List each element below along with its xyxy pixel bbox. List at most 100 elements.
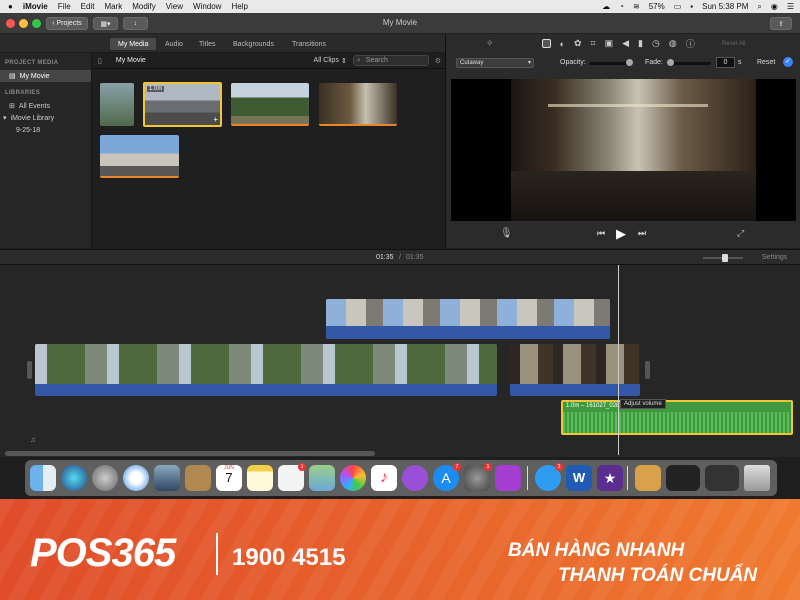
downloads-stack-icon[interactable]: [666, 465, 700, 491]
tab-transitions[interactable]: Transitions: [284, 38, 334, 50]
search-icon[interactable]: ⌕: [757, 2, 761, 12]
reset-button[interactable]: Reset: [757, 59, 775, 66]
music-icon[interactable]: ♪: [371, 465, 397, 491]
imovie-icon[interactable]: ★: [597, 465, 623, 491]
podcasts-icon[interactable]: [402, 465, 428, 491]
video-clip[interactable]: [510, 344, 640, 396]
word-icon[interactable]: W: [566, 465, 592, 491]
promo-banner: POS365 1900 4515 BÁN HÀNG NHANH THANH TO…: [0, 499, 800, 600]
clip-filter[interactable]: All Clips: [314, 57, 339, 64]
overlay-mode-select[interactable]: Cutaway ▾: [456, 58, 534, 68]
clip-trim-handle[interactable]: [645, 361, 650, 379]
horizontal-scrollbar[interactable]: [5, 451, 375, 456]
playhead[interactable]: [618, 265, 619, 455]
calendar-icon[interactable]: JUN 7: [216, 465, 242, 491]
photos-icon[interactable]: [340, 465, 366, 491]
video-overlay-icon[interactable]: [541, 39, 551, 48]
time-machine-icon[interactable]: ◔: [619, 2, 624, 11]
menu-window[interactable]: Window: [193, 2, 221, 11]
microphone-icon[interactable]: 🎙: [500, 228, 513, 239]
opacity-slider-knob[interactable]: [626, 59, 633, 66]
sidebar-item-all-events[interactable]: ⊞ All Events: [0, 100, 91, 112]
skip-back-icon[interactable]: ⏮: [597, 228, 605, 239]
sidebar-item-my-movie[interactable]: ▤ My Movie: [0, 70, 91, 82]
info-icon[interactable]: ⓘ: [686, 37, 695, 50]
reminders-icon[interactable]: 1: [278, 463, 306, 491]
color-palette-icon[interactable]: ✿: [574, 38, 582, 49]
battery-percent[interactable]: 57%: [649, 2, 665, 11]
contacts-icon[interactable]: [185, 465, 211, 491]
filter-icon[interactable]: ◍: [669, 38, 677, 49]
menu-app-name[interactable]: iMovie: [23, 2, 48, 11]
reset-all-button[interactable]: Reset All: [722, 41, 746, 47]
video-clip[interactable]: [35, 344, 497, 396]
tab-audio[interactable]: Audio: [157, 38, 191, 50]
clip-thumbnail[interactable]: [231, 83, 309, 126]
magic-wand-icon[interactable]: ✧: [486, 38, 494, 49]
wifi-icon[interactable]: ≋: [633, 2, 640, 11]
sidebar-toggle-icon[interactable]: ▯: [98, 57, 102, 65]
system-preferences-badge: 1: [484, 463, 492, 471]
sidebar-item-library[interactable]: ▾ iMovie Library: [0, 112, 91, 124]
apply-checkmark-icon[interactable]: ✓: [783, 57, 793, 67]
clip-thumbnail-selected[interactable]: 1.0m +: [143, 82, 222, 127]
stabilization-icon[interactable]: ▣: [605, 38, 614, 49]
app-store-icon[interactable]: A 7: [433, 463, 461, 491]
menu-file[interactable]: File: [58, 2, 71, 11]
cutaway-clip[interactable]: [326, 299, 610, 339]
gear-icon[interactable]: ⚙: [435, 57, 441, 65]
fade-slider-knob[interactable]: [667, 59, 674, 66]
finder-icon[interactable]: [30, 465, 56, 491]
clip-trim-handle[interactable]: [27, 361, 32, 379]
siri-icon[interactable]: [61, 465, 87, 491]
tab-titles[interactable]: Titles: [191, 38, 223, 50]
equalizer-icon[interactable]: ▮: [638, 38, 643, 49]
project-media-header: PROJECT MEDIA: [5, 60, 59, 66]
chevron-updown-icon[interactable]: ⇕: [341, 57, 347, 65]
archive-utility-icon[interactable]: [635, 465, 661, 491]
siri-icon[interactable]: ◉: [771, 2, 778, 11]
crop-icon[interactable]: ⌗: [591, 38, 596, 49]
menu-mark[interactable]: Mark: [104, 2, 122, 11]
menu-modify[interactable]: Modify: [132, 2, 156, 11]
clock[interactable]: Sun 5:38 PM: [702, 2, 748, 11]
clip-thumbnail[interactable]: [319, 83, 397, 126]
apple-icon[interactable]: ●: [8, 2, 13, 11]
notes-icon[interactable]: [247, 465, 273, 491]
skip-forward-icon[interactable]: ⏭: [638, 228, 646, 239]
safari-icon[interactable]: [123, 465, 149, 491]
tab-backgrounds[interactable]: Backgrounds: [225, 38, 282, 50]
tab-my-media[interactable]: My Media: [110, 38, 157, 50]
maps-icon[interactable]: [309, 465, 335, 491]
messages-icon[interactable]: 3: [535, 463, 563, 491]
flag-icon[interactable]: ▪: [690, 2, 693, 11]
fade-duration-input[interactable]: 0: [716, 57, 735, 68]
add-clip-icon[interactable]: +: [213, 115, 218, 124]
feedback-icon[interactable]: [495, 465, 521, 491]
clip-thumbnail[interactable]: [100, 135, 179, 178]
menu-edit[interactable]: Edit: [81, 2, 95, 11]
documents-stack-icon[interactable]: [705, 465, 739, 491]
list-icon[interactable]: ☰: [787, 2, 794, 11]
timeline-settings-button[interactable]: Settings: [762, 254, 787, 261]
disclosure-triangle-icon[interactable]: ▾: [3, 114, 7, 122]
menu-view[interactable]: View: [166, 2, 183, 11]
battery-icon[interactable]: ▭: [674, 2, 682, 11]
zoom-slider-knob[interactable]: [722, 254, 728, 262]
mail-icon[interactable]: [154, 465, 180, 491]
color-balance-icon[interactable]: ◐: [560, 39, 565, 49]
speed-icon[interactable]: ◷: [652, 38, 660, 49]
share-button[interactable]: ⇪: [770, 17, 792, 30]
play-icon[interactable]: ▶: [616, 226, 626, 242]
system-preferences-icon[interactable]: 1: [464, 463, 492, 491]
trash-icon[interactable]: [744, 465, 770, 491]
clip-thumbnail[interactable]: [100, 83, 134, 126]
search-input[interactable]: ⌕ Search: [352, 55, 429, 66]
sidebar-item-event[interactable]: 9-25-18: [0, 124, 91, 136]
volume-icon[interactable]: ◀: [622, 38, 629, 49]
creative-cloud-icon[interactable]: ☁: [602, 2, 610, 11]
fullscreen-icon[interactable]: ⤢: [737, 228, 744, 239]
menu-help[interactable]: Help: [231, 2, 247, 11]
launchpad-icon[interactable]: [92, 465, 118, 491]
audio-clip[interactable]: 1.0m – 161027_0281: [561, 400, 793, 435]
